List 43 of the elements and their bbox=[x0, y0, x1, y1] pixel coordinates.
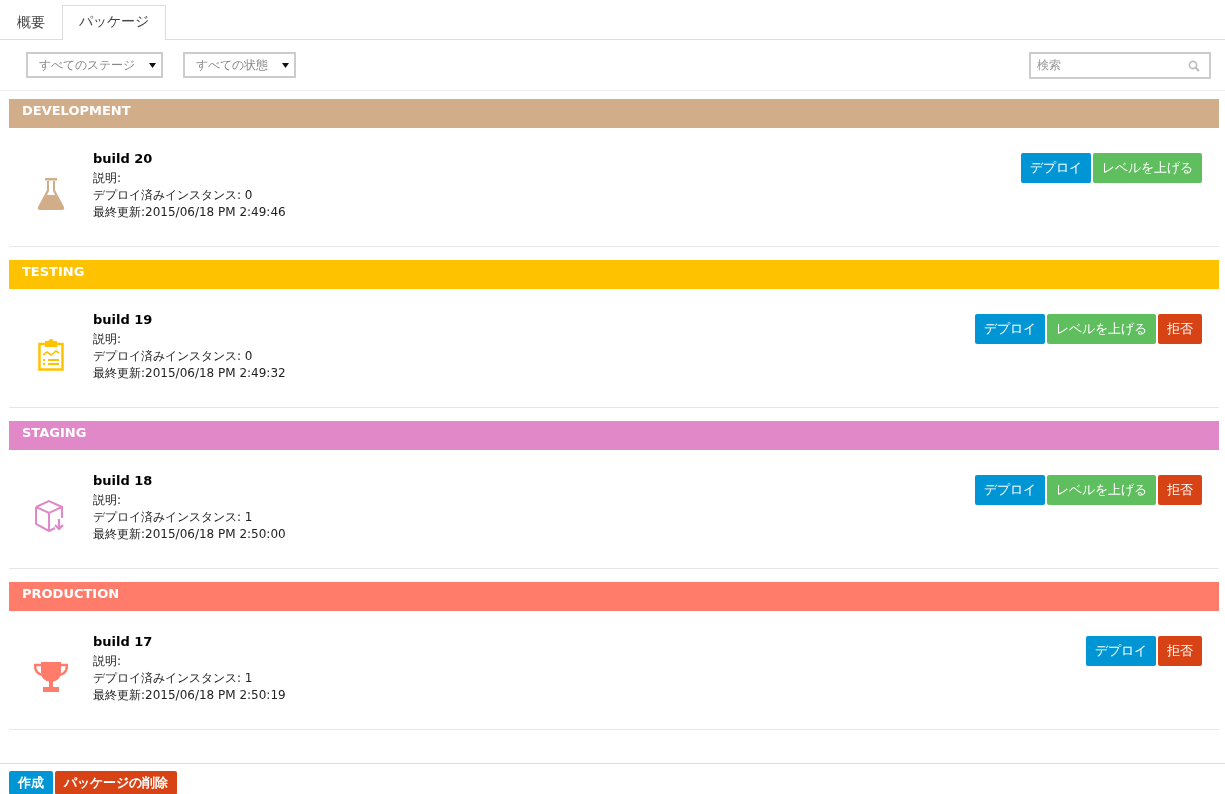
reject-button[interactable]: 拒否 bbox=[1158, 475, 1202, 505]
search-icon bbox=[1188, 59, 1200, 72]
trophy-icon bbox=[34, 661, 68, 693]
reject-button[interactable]: 拒否 bbox=[1158, 314, 1202, 344]
last-updated: 最終更新:2015/06/18 PM 2:49:32 bbox=[93, 365, 286, 382]
deploy-button[interactable]: デプロイ bbox=[975, 475, 1045, 505]
build-name: build 18 bbox=[93, 473, 154, 488]
flask-icon bbox=[37, 178, 65, 210]
instances-count: デプロイ済みインスタンス: 0 bbox=[93, 348, 254, 365]
stage-header: PRODUCTION bbox=[9, 582, 1219, 611]
caret-icon bbox=[282, 62, 289, 68]
stage-header: TESTING bbox=[9, 260, 1219, 289]
build-name: build 20 bbox=[93, 151, 154, 166]
build-name: build 19 bbox=[93, 312, 154, 327]
search-field[interactable]: 検索 bbox=[1029, 51, 1211, 79]
filter-dropdown[interactable]: すべての状態 bbox=[183, 52, 296, 78]
instances-count: デプロイ済みインスタンス: 0 bbox=[93, 187, 254, 204]
description-label: 説明: bbox=[93, 653, 123, 670]
promote-button[interactable]: レベルを上げる bbox=[1047, 475, 1156, 505]
tab[interactable]: パッケージ bbox=[62, 5, 166, 40]
last-updated: 最終更新:2015/06/18 PM 2:49:46 bbox=[93, 204, 286, 221]
description-label: 説明: bbox=[93, 170, 123, 187]
instances-count: デプロイ済みインスタンス: 1 bbox=[93, 509, 254, 526]
description-label: 説明: bbox=[93, 492, 123, 509]
instances-count: デプロイ済みインスタンス: 1 bbox=[93, 670, 254, 687]
description-label: 説明: bbox=[93, 331, 123, 348]
stage-header: STAGING bbox=[9, 421, 1219, 450]
create-button[interactable]: 作成 bbox=[9, 771, 53, 794]
deploy-button[interactable]: デプロイ bbox=[1086, 636, 1156, 666]
clipboard-icon bbox=[38, 339, 64, 371]
last-updated: 最終更新:2015/06/18 PM 2:50:19 bbox=[93, 687, 286, 704]
deploy-button[interactable]: デプロイ bbox=[1021, 153, 1091, 183]
reject-button[interactable]: 拒否 bbox=[1158, 636, 1202, 666]
build-name: build 17 bbox=[93, 634, 154, 649]
promote-button[interactable]: レベルを上げる bbox=[1093, 153, 1202, 183]
caret-icon bbox=[149, 62, 156, 68]
last-updated: 最終更新:2015/06/18 PM 2:50:00 bbox=[93, 526, 286, 543]
deploy-button[interactable]: デプロイ bbox=[975, 314, 1045, 344]
filter-dropdown[interactable]: すべてのステージ bbox=[26, 52, 163, 78]
stage-header: DEVELOPMENT bbox=[9, 99, 1219, 128]
promote-button[interactable]: レベルを上げる bbox=[1047, 314, 1156, 344]
delete-button[interactable]: パッケージの削除 bbox=[55, 771, 177, 794]
tab[interactable]: 概要 bbox=[4, 7, 58, 40]
